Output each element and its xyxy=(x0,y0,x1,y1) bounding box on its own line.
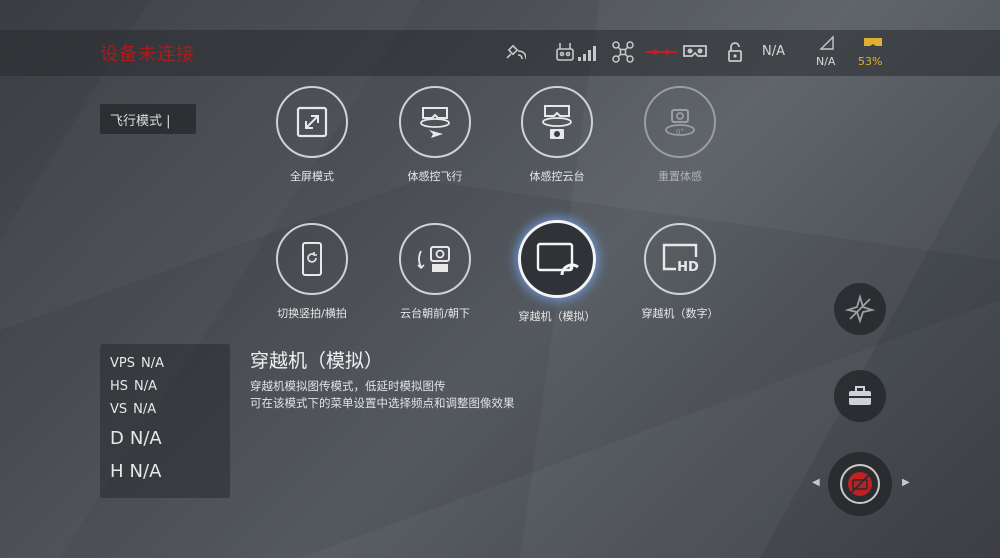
fpv-analog-icon xyxy=(518,220,596,298)
tile-label: 体感控飞行 xyxy=(407,170,463,183)
telemetry-key: VS xyxy=(110,402,128,417)
telemetry-value: N/A xyxy=(140,356,164,371)
tile-label: 云台朝前/朝下 xyxy=(400,307,470,320)
tile-fullscreen[interactable]: 全屏模式 xyxy=(257,86,367,184)
goggles-battery-icon xyxy=(858,33,888,53)
mode-description-line-1: 穿越机模拟图传模式，低延时模拟图传 xyxy=(250,379,446,393)
tile-rotate-orientation[interactable]: 切换竖拍/横拍 xyxy=(257,223,367,321)
tile-label: 穿越机（数字） xyxy=(641,307,719,320)
connection-status-title: 设备未连接 xyxy=(100,44,195,65)
mode-description-title: 穿越机（模拟） xyxy=(250,350,384,372)
tile-motion-flight[interactable]: 体感控飞行 xyxy=(380,86,490,184)
telemetry-row-height: H N/A xyxy=(110,461,161,482)
telemetry-key: VPS xyxy=(110,356,135,371)
telemetry-panel: VPS N/A HS N/A VS N/A D N/A H N/A xyxy=(100,344,230,498)
mode-description-line-2: 可在该模式下的菜单设置中选择频点和调整图像效果 xyxy=(250,396,515,410)
telemetry-row-vs: VS N/A xyxy=(110,402,156,417)
svg-text:0°: 0° xyxy=(676,128,684,136)
rotate-orientation-icon xyxy=(276,223,348,295)
telemetry-value: N/A xyxy=(133,402,157,417)
tile-motion-gimbal[interactable]: 体感控云台 xyxy=(502,86,612,184)
flight-button[interactable] xyxy=(834,283,886,335)
link-signal-icon xyxy=(642,38,680,66)
reset-motion-icon: 0° xyxy=(644,86,716,158)
tile-label: 重置体感 xyxy=(658,170,702,183)
tile-fpv-analog[interactable]: 穿越机（模拟） xyxy=(502,220,612,324)
chevron-right-icon[interactable]: ▶ xyxy=(902,477,910,488)
telemetry-key: D xyxy=(110,428,124,449)
telemetry-key: H xyxy=(110,461,124,482)
status-na-1: N/A xyxy=(762,44,785,59)
record-disabled-icon xyxy=(848,472,872,496)
tile-gimbal-direction[interactable]: 云台朝前/朝下 xyxy=(380,223,490,321)
toolbox-button[interactable] xyxy=(834,370,886,422)
telemetry-value: N/A xyxy=(129,461,162,482)
fpv-hd-icon: HD xyxy=(644,223,716,295)
goggles-icon xyxy=(680,38,710,66)
top-status-bar: 设备未连接 N/A N/A 53% xyxy=(0,30,1000,76)
telemetry-row-hs: HS N/A xyxy=(110,379,157,394)
tile-fpv-hd[interactable]: HD 穿越机（数字） xyxy=(625,223,735,321)
toolbox-icon xyxy=(849,386,871,405)
gimbal-direction-icon xyxy=(399,223,471,295)
record-button[interactable] xyxy=(828,452,892,516)
flight-mode-tag[interactable]: 飞行模式 | xyxy=(100,104,196,134)
tile-label: 穿越机（模拟） xyxy=(518,310,596,323)
tile-reset-motion: 0° 重置体感 xyxy=(625,86,735,184)
remote-signal-icon xyxy=(553,38,599,66)
fullscreen-icon xyxy=(276,86,348,158)
svg-text:HD: HD xyxy=(677,260,699,275)
telemetry-row-distance: D N/A xyxy=(110,428,162,449)
lock-icon xyxy=(720,38,750,66)
tile-label: 体感控云台 xyxy=(529,170,585,183)
aircraft-disabled-icon xyxy=(845,294,875,324)
signal-strength-icon xyxy=(812,33,842,53)
aircraft-icon xyxy=(608,38,638,66)
tile-label: 切换竖拍/横拍 xyxy=(277,307,347,320)
chevron-left-icon[interactable]: ◀ xyxy=(812,477,820,488)
gps-satellite-icon xyxy=(500,38,530,66)
telemetry-value: N/A xyxy=(129,428,162,449)
telemetry-value: N/A xyxy=(134,379,158,394)
status-na-2: N/A xyxy=(816,55,836,68)
battery-percent: 53% xyxy=(858,55,883,68)
telemetry-row-vps: VPS N/A xyxy=(110,356,164,371)
tile-label: 全屏模式 xyxy=(290,170,334,183)
motion-gimbal-icon xyxy=(521,86,593,158)
telemetry-key: HS xyxy=(110,379,129,394)
motion-flight-icon xyxy=(399,86,471,158)
